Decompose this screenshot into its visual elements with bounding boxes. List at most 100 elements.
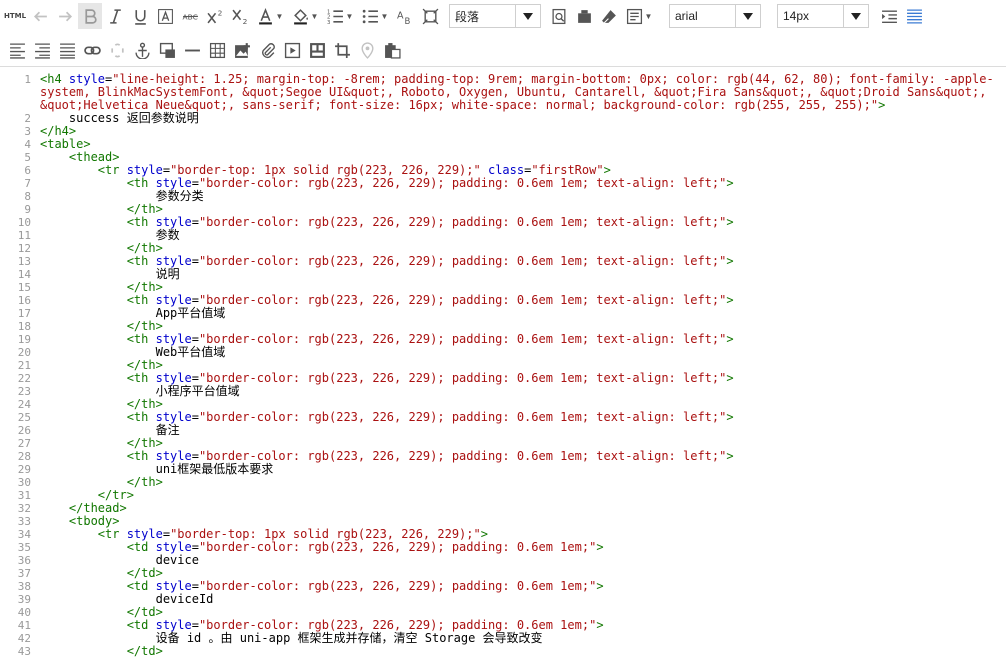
svg-text:3: 3 — [327, 19, 330, 24]
font-border-button[interactable] — [153, 3, 177, 29]
horizontal-rule-button[interactable] — [180, 37, 204, 63]
undo-button[interactable] — [28, 3, 52, 29]
paragraph-style-button[interactable]: ▼ — [622, 3, 656, 29]
code-token-tag: > — [596, 618, 604, 632]
code-token-text: = — [191, 449, 199, 463]
insert-gallery-button[interactable] — [305, 37, 329, 63]
strikethrough-icon: ABC — [182, 12, 198, 21]
format-painter-button[interactable] — [572, 3, 596, 29]
line-content: </th> — [40, 476, 1006, 489]
code-token-tag: <th — [40, 176, 156, 190]
ordered-list-button[interactable]: 123 ▼ — [323, 3, 357, 29]
text-direction-button[interactable]: AB — [393, 3, 417, 29]
line-number: 15 — [17, 281, 31, 294]
code-token-str: "border-color: rgb(223, 226, 229); paddi… — [198, 176, 727, 190]
code-token-tag: </th> — [40, 397, 163, 411]
unordered-list-icon — [362, 9, 378, 23]
insert-video-button[interactable] — [280, 37, 304, 63]
code-token-tag: <th — [40, 254, 156, 268]
map-button[interactable] — [355, 37, 379, 63]
crop-button[interactable] — [330, 37, 354, 63]
unlink-icon — [110, 43, 124, 57]
line-content: </td> — [40, 645, 1006, 658]
line-content: </tr> — [40, 489, 1006, 502]
line-number: 30 — [17, 476, 31, 489]
align-justify-button[interactable] — [55, 37, 79, 63]
line-height-button[interactable] — [902, 3, 926, 29]
text-direction-icon: AB — [397, 10, 410, 24]
code-token-tag: </th> — [40, 358, 163, 372]
anchor-button[interactable] — [130, 37, 154, 63]
source-code-editor[interactable]: 1 <h4 style="line-height: 1.25; margin-to… — [0, 67, 1006, 661]
code-token-str: "border-color: rgb(223, 226, 229); paddi… — [198, 215, 727, 229]
line-number: 42 — [17, 632, 31, 645]
background-color-button[interactable]: ▼ — [288, 3, 322, 29]
insert-link-button[interactable] — [80, 37, 104, 63]
paste-button[interactable] — [380, 37, 404, 63]
align-right-button[interactable] — [30, 37, 54, 63]
font-family-select[interactable]: arial — [669, 4, 761, 28]
code-token-tag: <tr — [40, 163, 127, 177]
redo-icon — [58, 11, 72, 21]
underline-button[interactable] — [128, 3, 152, 29]
insert-frame-button[interactable] — [155, 37, 179, 63]
subscript-button[interactable]: 2 — [228, 3, 252, 29]
line-content: 设备 id 。由 uni-app 框架生成并存储，清空 Storage 会导致改… — [40, 632, 1006, 645]
code-token-str: "border-color: rgb(223, 226, 229); paddi… — [198, 540, 597, 554]
eraser-button[interactable] — [597, 3, 621, 29]
clipboard-icon — [384, 42, 401, 59]
line-number: 39 — [17, 593, 31, 606]
indent-button[interactable] — [877, 3, 901, 29]
line-number: 24 — [17, 398, 31, 411]
align-justify-icon — [59, 42, 75, 59]
code-token-text: = — [191, 332, 199, 346]
font-size-select[interactable]: 14px — [777, 4, 869, 28]
code-token-str: "line-height: 1.25; margin-top: -8rem; p… — [112, 72, 994, 86]
line-content: 备注 — [40, 424, 1006, 437]
line-content: Web平台值域 — [40, 346, 1006, 359]
code-line: 32 </thead> — [0, 502, 1006, 516]
code-token-tag: <table> — [40, 137, 91, 151]
font-color-button[interactable]: ▼ — [253, 3, 287, 29]
redo-button[interactable] — [53, 3, 77, 29]
code-token-tag: > — [878, 98, 886, 112]
link-icon — [83, 45, 101, 55]
align-left-button[interactable] — [5, 37, 29, 63]
paragraph-format-value: 段落 — [455, 9, 480, 24]
clear-format-button[interactable] — [418, 3, 442, 29]
horizontal-rule-icon — [184, 49, 200, 51]
insert-image-button[interactable] — [230, 37, 254, 63]
table-icon — [209, 42, 225, 58]
attachment-button[interactable] — [255, 37, 279, 63]
code-token-attr: style — [68, 72, 106, 86]
line-content: <table> — [40, 138, 1006, 151]
paragraph-format-select[interactable]: 段落 — [449, 4, 541, 28]
code-token-attr: style — [155, 371, 192, 385]
line-number — [0, 99, 40, 112]
insert-table-button[interactable] — [205, 37, 229, 63]
font-size-value: 14px — [783, 9, 810, 23]
unlink-button[interactable] — [105, 37, 129, 63]
code-token-attr: style — [155, 254, 192, 268]
superscript-button[interactable]: 2 — [203, 3, 227, 29]
code-token-text: = — [191, 176, 199, 190]
code-token-tag: </td> — [40, 605, 163, 619]
code-token-tag: <h4 — [40, 72, 69, 86]
line-number: 23 — [17, 385, 31, 398]
code-token-tag: > — [726, 254, 734, 268]
bold-button[interactable] — [78, 3, 102, 29]
italic-button[interactable] — [103, 3, 127, 29]
code-token-attr: style — [155, 579, 192, 593]
line-number — [0, 86, 40, 99]
strikethrough-button[interactable]: ABC — [178, 3, 202, 29]
line-number: 40 — [17, 606, 31, 619]
unordered-list-button[interactable]: ▼ — [358, 3, 392, 29]
html-source-button[interactable]: HTML — [3, 3, 27, 29]
line-number: 16 — [17, 294, 31, 307]
line-number: 7 — [24, 177, 31, 190]
eraser-icon — [601, 9, 616, 23]
code-token-str: "border-color: rgb(223, 226, 229); paddi… — [198, 254, 727, 268]
line-content: </thead> — [40, 502, 1006, 515]
toolbar-row-1: HTML ABC 2 2 ▼ ▼ 1 2 3 ▼ ▼ A B 段落 ▼ aria… — [0, 0, 1006, 32]
search-replace-button[interactable] — [547, 3, 571, 29]
